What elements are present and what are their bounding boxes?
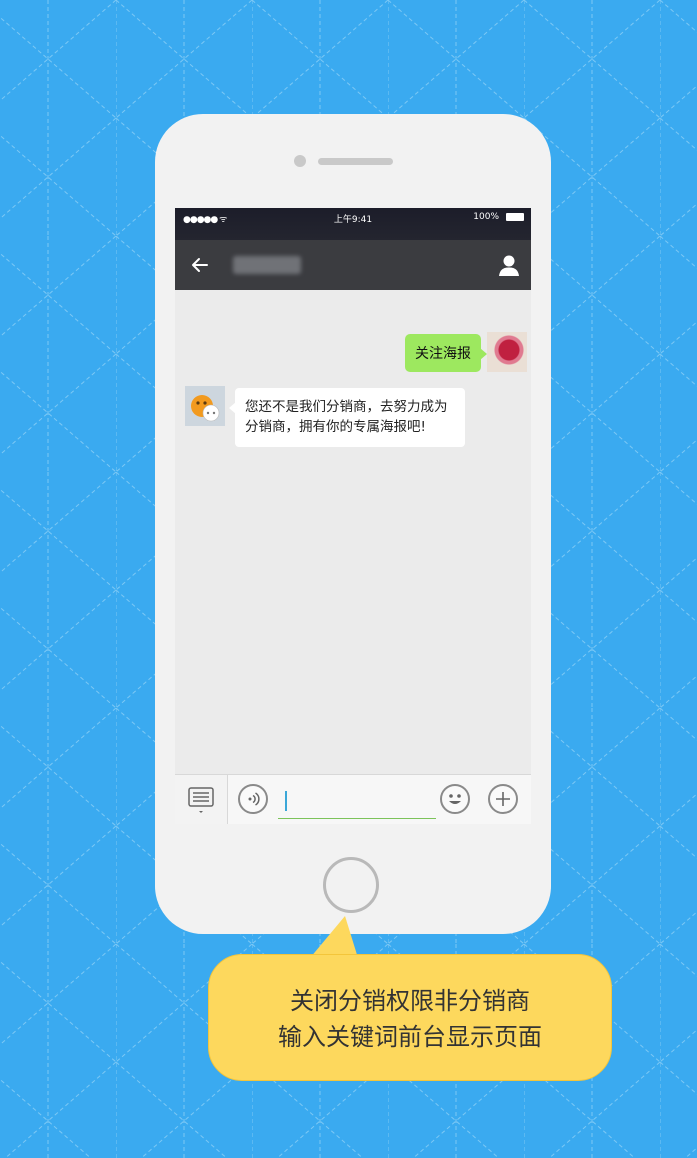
bot-avatar[interactable] (185, 386, 225, 426)
menu-toggle-button[interactable] (175, 775, 228, 824)
voice-button[interactable] (238, 784, 268, 814)
battery-percent: 100% (473, 212, 499, 222)
callout-line-2: 输入关键词前台显示页面 (278, 1023, 542, 1051)
list-menu-icon (188, 787, 214, 813)
incoming-bubble[interactable]: 您还不是我们分销商，去努力成为分销商，拥有你的专属海报吧! (229, 388, 465, 447)
front-camera (294, 155, 306, 167)
status-bar: ●●●●● ᯤ 上午9:41 100% (175, 208, 531, 240)
emoji-icon (449, 794, 461, 804)
chat-header (175, 240, 531, 290)
outgoing-bubble[interactable]: 关注海报 (405, 334, 487, 372)
back-arrow-icon[interactable] (189, 254, 211, 276)
callout-text: 关闭分销权限非分销商 输入关键词前台显示页面 (209, 983, 611, 1055)
voice-icon (248, 792, 260, 806)
home-button[interactable] (323, 857, 379, 913)
phone-frame: ●●●●● ᯤ 上午9:41 100% 关注海报 您还不是我们分销商，去努力成为… (155, 114, 551, 934)
callout-line-1: 关闭分销权限非分销商 (290, 987, 530, 1015)
outgoing-message: 关注海报 (405, 334, 487, 372)
profile-icon[interactable] (497, 253, 521, 277)
emoji-button[interactable] (440, 784, 470, 814)
battery-icon (506, 213, 524, 221)
chat-input-bar (175, 774, 531, 824)
more-button[interactable] (488, 784, 518, 814)
earpiece-speaker (318, 158, 393, 165)
plus-icon (496, 792, 510, 806)
text-caret (285, 791, 287, 811)
user-avatar[interactable] (487, 332, 527, 372)
phone-screen: ●●●●● ᯤ 上午9:41 100% 关注海报 您还不是我们分销商，去努力成为… (175, 208, 531, 824)
message-input[interactable] (278, 788, 436, 819)
chat-title-blurred (233, 256, 301, 274)
callout-box: 关闭分销权限非分销商 输入关键词前台显示页面 (208, 954, 612, 1081)
